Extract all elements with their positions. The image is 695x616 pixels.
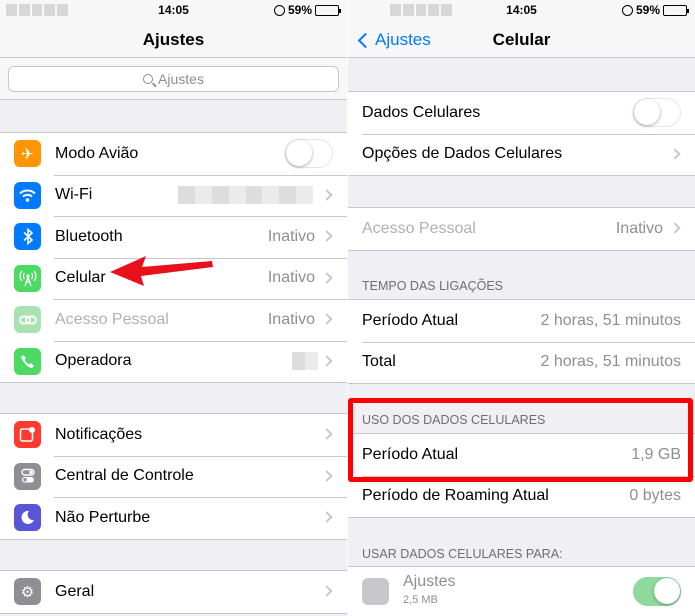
- chevron-right-icon: [669, 222, 681, 234]
- status-bar: 14:05 59%: [348, 0, 695, 20]
- row-personal-hotspot[interactable]: Acesso Pessoal Inativo: [0, 299, 347, 341]
- row-label: Período de Roaming Atual: [362, 487, 549, 505]
- row-value: 2 horas, 51 minutos: [540, 311, 681, 329]
- row-value: 0 bytes: [629, 487, 681, 505]
- moon-icon: [14, 504, 41, 532]
- row-value: Inativo: [267, 269, 315, 287]
- row-label: Dados Celulares: [362, 103, 481, 121]
- highlight-box-annotation: [348, 398, 693, 482]
- gear-icon: ⚙: [14, 578, 41, 606]
- row-carrier[interactable]: Operadora: [0, 340, 347, 383]
- row-airplane-mode[interactable]: ✈ Modo Avião: [0, 133, 347, 175]
- row-label: Total: [362, 353, 396, 371]
- battery-icon: [663, 4, 689, 16]
- carrier-name-blurred: [292, 352, 318, 371]
- battery-indicator: 59%: [273, 3, 341, 17]
- rotation-lock-icon: [273, 4, 285, 16]
- page-title: Celular: [492, 30, 551, 49]
- link-icon: [14, 306, 41, 334]
- search-icon: [143, 74, 154, 84]
- row-label: Período Atual: [362, 311, 459, 329]
- battery-indicator: 59%: [621, 3, 689, 17]
- navigation-bar: Ajustes: [0, 20, 347, 58]
- app-cellular-toggle[interactable]: [633, 576, 681, 606]
- row-label: Central de Controle: [55, 467, 194, 485]
- row-bluetooth[interactable]: Bluetooth Inativo: [0, 216, 347, 258]
- row-control-center[interactable]: Central de Controle: [0, 455, 347, 498]
- row-label: Opções de Dados Celulares: [362, 145, 563, 163]
- row-value: 2 horas, 51 minutos: [540, 353, 681, 371]
- chevron-right-icon: [321, 313, 333, 325]
- row-do-not-disturb[interactable]: Não Perturbe: [0, 497, 347, 539]
- settings-screen: 14:05 59% Ajustes Ajustes ✈ Modo Avião W…: [0, 0, 347, 616]
- row-label: Notificações: [55, 425, 143, 443]
- apps-group: Ajustes 2,5 MB: [348, 566, 695, 616]
- row-current-period: Período Atual 2 horas, 51 minutos: [348, 300, 695, 342]
- red-arrow-annotation: [110, 256, 213, 286]
- notifications-icon: [14, 421, 41, 449]
- chevron-right-icon: [321, 511, 333, 523]
- airplane-icon: ✈: [14, 140, 41, 168]
- battery-icon: [315, 4, 341, 16]
- section-header-use-data-for: USAR DADOS CELULARES PARA:: [362, 547, 563, 561]
- settings-group-general: ⚙ Geral: [0, 570, 347, 614]
- antenna-icon: [14, 264, 41, 292]
- wifi-icon: [14, 181, 41, 209]
- row-notifications[interactable]: Notificações: [0, 414, 347, 456]
- row-label: Geral: [55, 582, 95, 600]
- row-value: Inativo: [267, 227, 315, 245]
- settings-group-system: Notificações Central de Controle Não Per…: [0, 413, 347, 540]
- app-name: Ajustes: [403, 573, 456, 590]
- hotspot-group: Acesso Pessoal Inativo: [348, 207, 695, 251]
- row-value: Inativo: [267, 310, 315, 328]
- chevron-right-icon: [321, 230, 333, 242]
- row-total: Total 2 horas, 51 minutos: [348, 341, 695, 384]
- chevron-right-icon: [321, 585, 333, 597]
- chevron-right-icon: [321, 354, 333, 367]
- phone-icon: [14, 347, 41, 375]
- chevron-right-icon: [321, 271, 333, 284]
- row-label: Acesso Pessoal: [362, 219, 476, 237]
- app-data-size: 2,5 MB: [403, 594, 438, 606]
- row-general[interactable]: ⚙ Geral: [0, 571, 347, 613]
- row-wifi[interactable]: Wi-Fi: [0, 174, 347, 217]
- wifi-network-blurred: [178, 186, 313, 205]
- row-value: Inativo: [615, 219, 663, 237]
- cellular-data-toggle[interactable]: [633, 98, 681, 128]
- row-label: Celular: [55, 269, 106, 287]
- search-area: Ajustes: [0, 58, 347, 100]
- navigation-bar: Ajustes Celular: [348, 20, 695, 58]
- cellular-screen: 14:05 59% Ajustes Celular Dados Celulare…: [348, 0, 695, 616]
- chevron-right-icon: [669, 147, 681, 160]
- battery-percent: 59%: [287, 3, 312, 17]
- row-label: Bluetooth: [55, 227, 123, 245]
- chevron-right-icon: [321, 188, 333, 201]
- airplane-mode-toggle[interactable]: [285, 139, 333, 169]
- status-bar: 14:05 59%: [0, 0, 347, 20]
- chevron-right-icon: [321, 469, 333, 482]
- control-center-icon: [14, 462, 41, 490]
- rotation-lock-icon: [621, 4, 633, 16]
- section-header-call-time: TEMPO DAS LIGAÇÕES: [362, 279, 504, 293]
- search-placeholder: Ajustes: [158, 71, 204, 87]
- chevron-right-icon: [321, 428, 333, 440]
- row-personal-hotspot[interactable]: Acesso Pessoal Inativo: [348, 208, 695, 250]
- bluetooth-icon: [14, 223, 41, 251]
- page-title: Ajustes: [142, 30, 205, 49]
- search-input[interactable]: Ajustes: [8, 66, 339, 92]
- row-label: Wi-Fi: [55, 186, 93, 204]
- row-label: Modo Avião: [55, 144, 139, 162]
- row-label: Não Perturbe: [55, 508, 151, 526]
- row-cellular-data[interactable]: Dados Celulares: [348, 92, 695, 134]
- row-label: Acesso Pessoal: [55, 310, 169, 328]
- settings-app-icon: [362, 577, 389, 605]
- row-app-ajustes[interactable]: Ajustes 2,5 MB: [348, 567, 695, 615]
- cellular-data-group: Dados Celulares Opções de Dados Celulare…: [348, 91, 695, 176]
- row-label: Operadora: [55, 352, 132, 370]
- battery-percent: 59%: [635, 3, 660, 17]
- row-cellular-data-options[interactable]: Opções de Dados Celulares: [348, 133, 695, 176]
- call-time-group: Período Atual 2 horas, 51 minutos Total …: [348, 299, 695, 384]
